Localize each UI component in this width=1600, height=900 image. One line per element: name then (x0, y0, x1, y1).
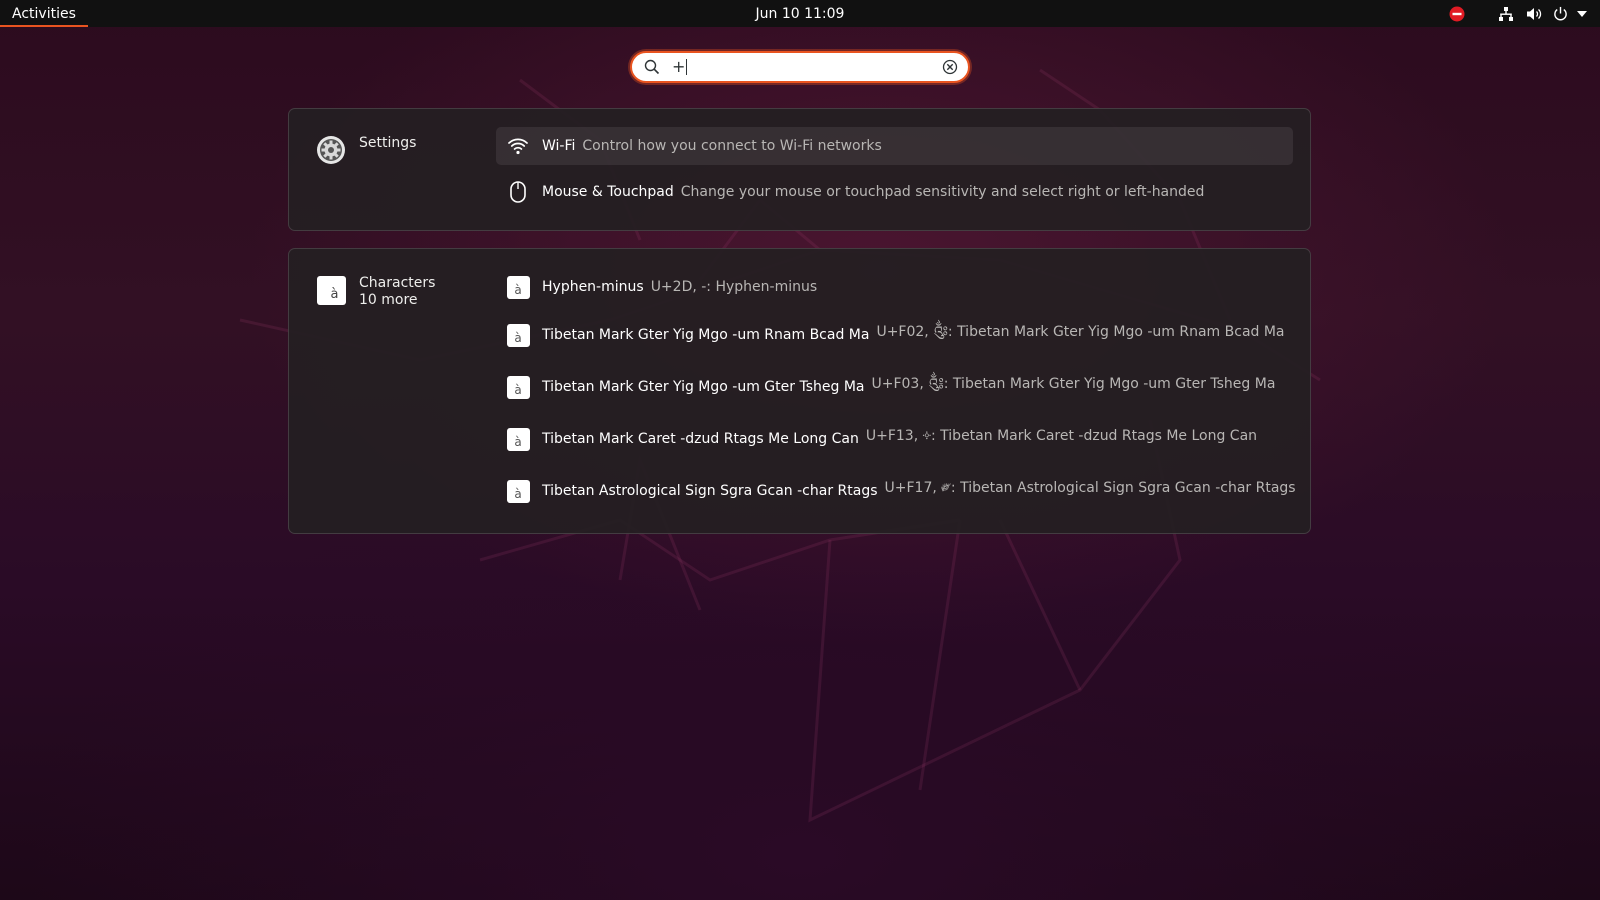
top-bar: Activities Jun 10 11:09 (0, 0, 1600, 27)
result-title: Tibetan Astrological Sign Sgra Gcan -cha… (542, 483, 878, 499)
result-description: U+F03, ༃: Tibetan Mark Gter Yig Mgo -um … (871, 376, 1276, 392)
character-icon: à (505, 478, 531, 504)
settings-provider[interactable]: Settings (316, 135, 416, 165)
power-icon[interactable] (1548, 0, 1572, 27)
activities-label: Activities (12, 5, 76, 22)
character-icon: à (505, 322, 531, 348)
result-description: U+F02, ༂: Tibetan Mark Gter Yig Mgo -um … (876, 324, 1285, 340)
settings-results-panel: Settings Wi-Fi Control how you connect t… (288, 108, 1311, 231)
characters-app-icon: à (316, 275, 346, 305)
result-title: Tibetan Mark Gter Yig Mgo -um Gter Tsheg… (542, 379, 865, 395)
result-title: Hyphen-minus (542, 279, 644, 295)
volume-icon[interactable] (1520, 0, 1548, 27)
result-description: U+F17, ༗: Tibetan Astrological Sign Sgra… (884, 480, 1296, 496)
system-tray[interactable] (1442, 0, 1592, 27)
network-wired-icon[interactable] (1492, 0, 1520, 27)
result-character[interactable]: à Tibetan Astrological Sign Sgra Gcan -c… (496, 472, 1296, 510)
characters-provider[interactable]: à Characters 10 more (316, 275, 435, 309)
search-entry[interactable]: + (630, 51, 970, 83)
character-icon: à (505, 426, 531, 452)
search-icon (644, 59, 660, 79)
search-query: + (672, 57, 686, 76)
result-title: Tibetan Mark Caret -dzud Rtags Me Long C… (542, 431, 859, 447)
result-wifi[interactable]: Wi-Fi Control how you connect to Wi-Fi n… (496, 127, 1293, 165)
wifi-icon (505, 133, 531, 159)
character-icon: à (505, 274, 531, 300)
chevron-down-icon[interactable] (1572, 0, 1592, 27)
result-character[interactable]: à Hyphen-minus U+2D, -: Hyphen-minus (496, 268, 1293, 306)
characters-provider-name: Characters (359, 275, 436, 291)
mouse-icon (505, 179, 531, 205)
clock-label[interactable]: Jun 10 11:09 (756, 6, 845, 22)
activities-button[interactable]: Activities (0, 0, 88, 27)
do-not-disturb-icon[interactable] (1442, 0, 1472, 27)
result-title: Tibetan Mark Gter Yig Mgo -um Rnam Bcad … (542, 327, 870, 343)
result-description: U+F13, ༓: Tibetan Mark Caret -dzud Rtags… (865, 428, 1258, 444)
characters-results-panel: à Characters 10 more à Hyphen-minus U+2D… (288, 248, 1311, 534)
clock: Jun 10 11:09 (0, 0, 1600, 27)
settings-provider-name: Settings (359, 135, 417, 151)
result-mouse-touchpad[interactable]: Mouse & Touchpad Change your mouse or to… (496, 173, 1293, 211)
gear-icon (316, 135, 346, 165)
result-character[interactable]: à Tibetan Mark Caret -dzud Rtags Me Long… (496, 420, 1293, 458)
result-character[interactable]: à Tibetan Mark Gter Yig Mgo -um Gter Tsh… (496, 368, 1293, 406)
result-description: U+2D, -: Hyphen-minus (650, 279, 818, 295)
search-input[interactable]: + (672, 56, 688, 78)
character-icon: à (505, 374, 531, 400)
result-title: Wi-Fi (542, 138, 576, 154)
result-description: Control how you connect to Wi-Fi network… (582, 138, 882, 154)
result-character[interactable]: à Tibetan Mark Gter Yig Mgo -um Rnam Bca… (496, 316, 1293, 354)
text-caret (686, 59, 688, 75)
result-title: Mouse & Touchpad (542, 184, 674, 200)
characters-more-count[interactable]: 10 more (359, 292, 435, 309)
clear-icon[interactable] (942, 59, 958, 79)
result-description: Change your mouse or touchpad sensitivit… (680, 184, 1205, 200)
